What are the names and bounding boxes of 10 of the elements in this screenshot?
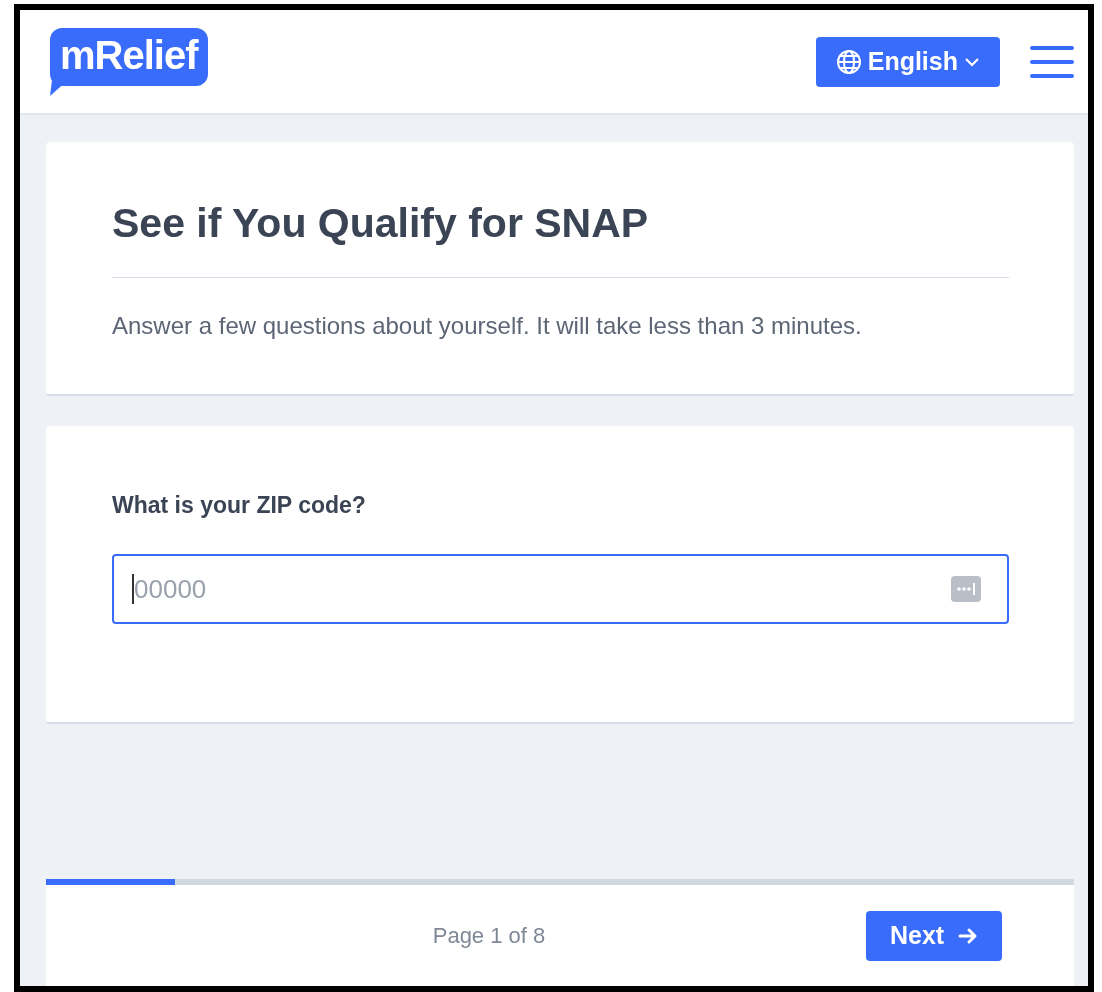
language-button[interactable]: English xyxy=(815,36,1000,87)
menu-icon[interactable] xyxy=(1030,44,1074,79)
description-text: Answer a few questions about yourself. It will take less than 3 minutes. xyxy=(112,312,863,340)
question-label: What is your ZIP code? xyxy=(112,492,367,519)
zip-input-field[interactable]: 00000 xyxy=(112,554,1009,624)
page-title: See if You Qualify for SNAP xyxy=(112,200,1009,278)
globe-icon xyxy=(835,48,862,75)
next-button[interactable]: Next xyxy=(866,910,1003,961)
page-indicator: Page 1 of 8 xyxy=(432,922,546,949)
chevron-down-icon xyxy=(964,56,980,67)
